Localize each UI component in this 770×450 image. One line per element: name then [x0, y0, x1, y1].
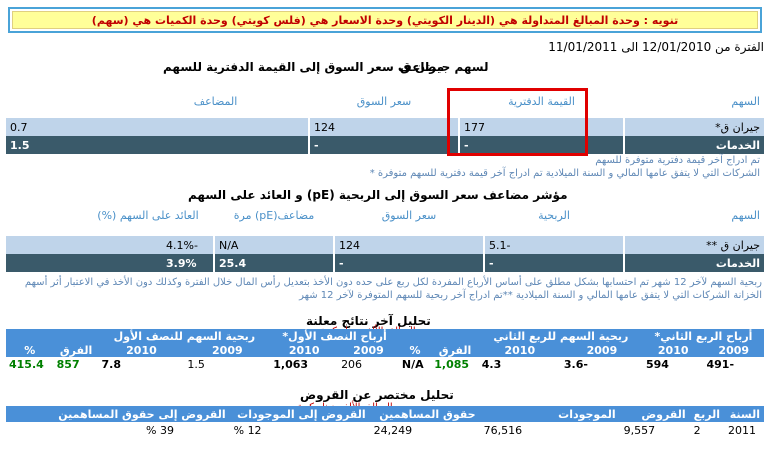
pb-stock-name: جيران ق*: [623, 118, 764, 136]
results-group-q2-eps: ربحية السهم للربع الثاني: [478, 329, 643, 343]
results-year-h1e-2010: 2010: [98, 343, 185, 357]
loans-header-equity: حقوق المساهمين: [369, 406, 480, 422]
pe-sector-name: الخدمات: [623, 254, 764, 272]
pe-header-profit: الربحية: [538, 208, 570, 222]
pe-header-row: السهم الربحية سعر السوق مضاعف(pE) مرة ال…: [6, 206, 764, 224]
loans-header-assets: الموجودات: [479, 406, 620, 422]
pe-note: ربحية السهم لآخر 12 شهر تم احتسابها بشكل…: [24, 277, 762, 301]
pe-stock-yield: -4.1%: [6, 236, 214, 254]
pb-header-row: السهم القيمة الدفترية سعر السوق المضاعف: [6, 92, 764, 110]
results-table: أرباح الربع الثاني* ربحية السهم للربع ال…: [6, 329, 764, 371]
pb-header-market: سعر السوق: [356, 94, 412, 108]
results-h1-diff-header: الفرق: [53, 343, 99, 357]
pe-header-stock: السهم: [731, 208, 760, 222]
loans-year: 2011: [728, 423, 756, 437]
results-year-q2p-2009: 2009: [703, 343, 764, 357]
results-group-h1-profit: أرباح النصف الأول*: [270, 329, 399, 343]
results-h1-pct-header: %: [6, 343, 54, 357]
loans-header-quarter: الربع: [689, 406, 724, 422]
results-q2p-2010: 594: [642, 357, 704, 371]
pb-sector-market: -: [308, 136, 459, 154]
pe-stock-pe: N/A: [213, 236, 334, 254]
pe-sector-profit: -: [483, 254, 624, 272]
pb-note2: الشركات التي لا يتفق عامها المالي و السن…: [369, 168, 760, 179]
results-year-h1p-2009: 2009: [338, 343, 399, 357]
results-year-h1p-2010: 2010: [270, 343, 339, 357]
pb-sector-multiple: 1.5: [6, 136, 309, 154]
results-h1e-2009: 1.5: [184, 357, 271, 371]
results-h1e-2010: 7.8: [98, 357, 185, 371]
results-value-row: -491 594 -3.6 4.3 1,085 N/A 206 1,063 1.…: [6, 357, 764, 371]
loans-loans: 9,557: [623, 423, 656, 437]
results-group-h1-eps: ربحية السهم للنصف الأول: [98, 329, 271, 343]
notice-text: تنويه : وحدة المبالغ المتداولة هي (الدين…: [12, 11, 758, 29]
loans-equity: 24,249: [373, 423, 413, 437]
results-q2e-2010: 4.3: [478, 357, 561, 371]
pb-note1: تم ادراج آخر قيمة دفترية متوفرة للسهم: [595, 155, 760, 166]
pe-stock-market: 124: [333, 236, 484, 254]
results-h1-diff: 857: [53, 357, 99, 371]
results-q2-pct: N/A: [398, 357, 432, 371]
results-h1p-2010: 1,063: [270, 357, 339, 371]
section2-title: مؤشر مضاعف سعر السوق إلى الربحية (pE) و …: [188, 188, 568, 202]
results-q2p-2009: -491: [703, 357, 764, 371]
loans-quarter: 2: [693, 423, 701, 437]
pb-sector-row: الخدمات - - 1.5: [6, 136, 764, 154]
pe-header-pe: مضاعف(pE) مرة: [233, 208, 315, 222]
pe-sector-market: -: [333, 254, 484, 272]
pe-sector-yield: 3.9%: [6, 254, 214, 272]
pe-sector-pe: 25.4: [213, 254, 334, 272]
results-q2-pct-header: %: [398, 343, 432, 357]
book-value-highlight: [447, 88, 588, 156]
loans-header-loans-assets: القروض إلى الموجودات: [229, 406, 370, 422]
pe-header-yield: العائد على السهم (%): [97, 208, 199, 222]
pe-stock-profit: -5.1: [483, 236, 624, 254]
results-q2e-2009: -3.6: [560, 357, 643, 371]
results-h1-pct: 415.4: [6, 357, 54, 371]
loans-header-row: السنة الربع القروض الموجودات حقوق المساه…: [6, 406, 764, 422]
pb-header-stock: السهم: [731, 94, 760, 108]
results-year-row: 2009 2010 2009 2010 الفرق % 2009 2010 20…: [6, 343, 764, 357]
pb-stock-multiple: 0.7: [6, 118, 309, 136]
period-text: الفترة من 12/01/2010 الى 11/01/2011: [548, 40, 764, 54]
loans-value-row: 2011 2 9,557 76,516 24,249 12 % 39 %: [6, 422, 764, 438]
pe-stock-name: جيران ق **: [623, 236, 764, 254]
results-h1p-2009: 206: [338, 357, 399, 371]
notice-banner: تنويه : وحدة المبالغ المتداولة هي (الدين…: [8, 7, 762, 33]
loans-header-loans: القروض: [619, 406, 690, 422]
results-year-q2e-2010: 2010: [478, 343, 561, 357]
pb-ratio-table: السهم القيمة الدفترية سعر السوق المضاعف …: [6, 92, 764, 154]
pe-stock-row: جيران ق ** -5.1 124 N/A -4.1%: [6, 236, 764, 254]
results-group-q2-profit: أرباح الربع الثاني*: [642, 329, 764, 343]
results-q2-diff: 1,085: [431, 357, 479, 371]
section4-title: تحليل مختصر عن القروض: [300, 388, 454, 402]
pb-stock-row: جيران ق* 177 124 0.7: [6, 118, 764, 136]
loans-header-loans-equity: القروض إلى حقوق المساهمين: [6, 406, 230, 422]
pb-header-multiple: المضاعف: [193, 94, 238, 108]
pb-sector-name: الخدمات: [623, 136, 764, 154]
results-year-h1e-2009: 2009: [184, 343, 271, 357]
results-group-row: أرباح الربع الثاني* ربحية السهم للربع ال…: [6, 329, 764, 343]
loans-assets: 76,516: [483, 423, 523, 437]
pe-sector-row: الخدمات - - 25.4 3.9%: [6, 254, 764, 272]
results-year-q2p-2010: 2010: [642, 343, 704, 357]
loans-header-year: السنة: [724, 406, 764, 422]
pb-stock-market: 124: [308, 118, 459, 136]
results-year-q2e-2009: 2009: [560, 343, 643, 357]
pe-ratio-table: السهم الربحية سعر السوق مضاعف(pE) مرة ال…: [6, 206, 764, 272]
loans-loans-assets: 12 %: [233, 423, 262, 437]
results-q2-diff-header: الفرق: [431, 343, 479, 357]
pe-header-market: سعر السوق: [381, 208, 437, 222]
loans-loans-equity: 39 %: [146, 423, 174, 437]
section1-title: مضاعف سعر السوق إلى القيمة الدفترية للسه…: [163, 60, 445, 74]
loans-table: السنة الربع القروض الموجودات حقوق المساه…: [6, 406, 764, 438]
